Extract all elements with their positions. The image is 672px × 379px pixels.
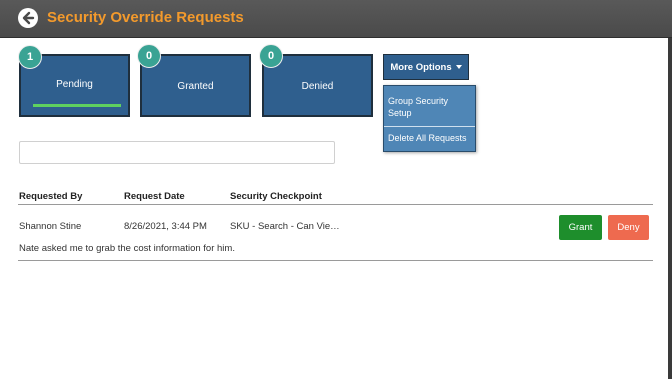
cell-security-checkpoint: SKU - Search - Can Vie… bbox=[230, 221, 340, 232]
column-header-security-checkpoint[interactable]: Security Checkpoint bbox=[230, 191, 322, 202]
tile-pending-label: Pending bbox=[56, 79, 93, 90]
caret-down-icon bbox=[455, 65, 462, 69]
window-edge bbox=[668, 38, 672, 379]
cell-request-date: 8/26/2021, 3:44 PM bbox=[124, 221, 207, 232]
menu-item-group-security-setup[interactable]: Group Security Setup bbox=[384, 95, 472, 119]
tile-denied-label: Denied bbox=[301, 81, 334, 92]
pending-count-badge: 1 bbox=[18, 45, 42, 69]
header-bar: Security Override Requests bbox=[0, 0, 672, 38]
tile-granted-label: Granted bbox=[177, 81, 214, 92]
main-panel: Pending 1 Granted 0 Denied 0 More Option… bbox=[0, 38, 668, 379]
back-button[interactable] bbox=[18, 8, 38, 28]
menu-item-delete-all-requests[interactable]: Delete All Requests bbox=[384, 132, 475, 144]
grant-button[interactable]: Grant bbox=[559, 215, 602, 240]
deny-button[interactable]: Deny bbox=[608, 215, 649, 240]
back-arrow-icon bbox=[22, 11, 35, 25]
selected-indicator bbox=[33, 104, 121, 107]
denied-count-badge: 0 bbox=[259, 44, 283, 68]
cell-requested-by: Shannon Stine bbox=[19, 221, 82, 232]
more-options-button[interactable]: More Options bbox=[383, 54, 469, 80]
column-header-request-date[interactable]: Request Date bbox=[124, 191, 185, 202]
more-options-menu: Group Security Setup Delete All Requests bbox=[383, 85, 476, 152]
more-options-label: More Options bbox=[390, 61, 452, 73]
header-divider bbox=[18, 204, 653, 205]
granted-count-badge: 0 bbox=[137, 44, 161, 68]
row-divider bbox=[18, 260, 653, 261]
page-title: Security Override Requests bbox=[47, 9, 244, 26]
search-input[interactable] bbox=[19, 141, 335, 164]
menu-divider bbox=[384, 126, 475, 127]
request-note: Nate asked me to grab the cost informati… bbox=[19, 243, 235, 254]
column-header-requested-by[interactable]: Requested By bbox=[19, 191, 82, 202]
